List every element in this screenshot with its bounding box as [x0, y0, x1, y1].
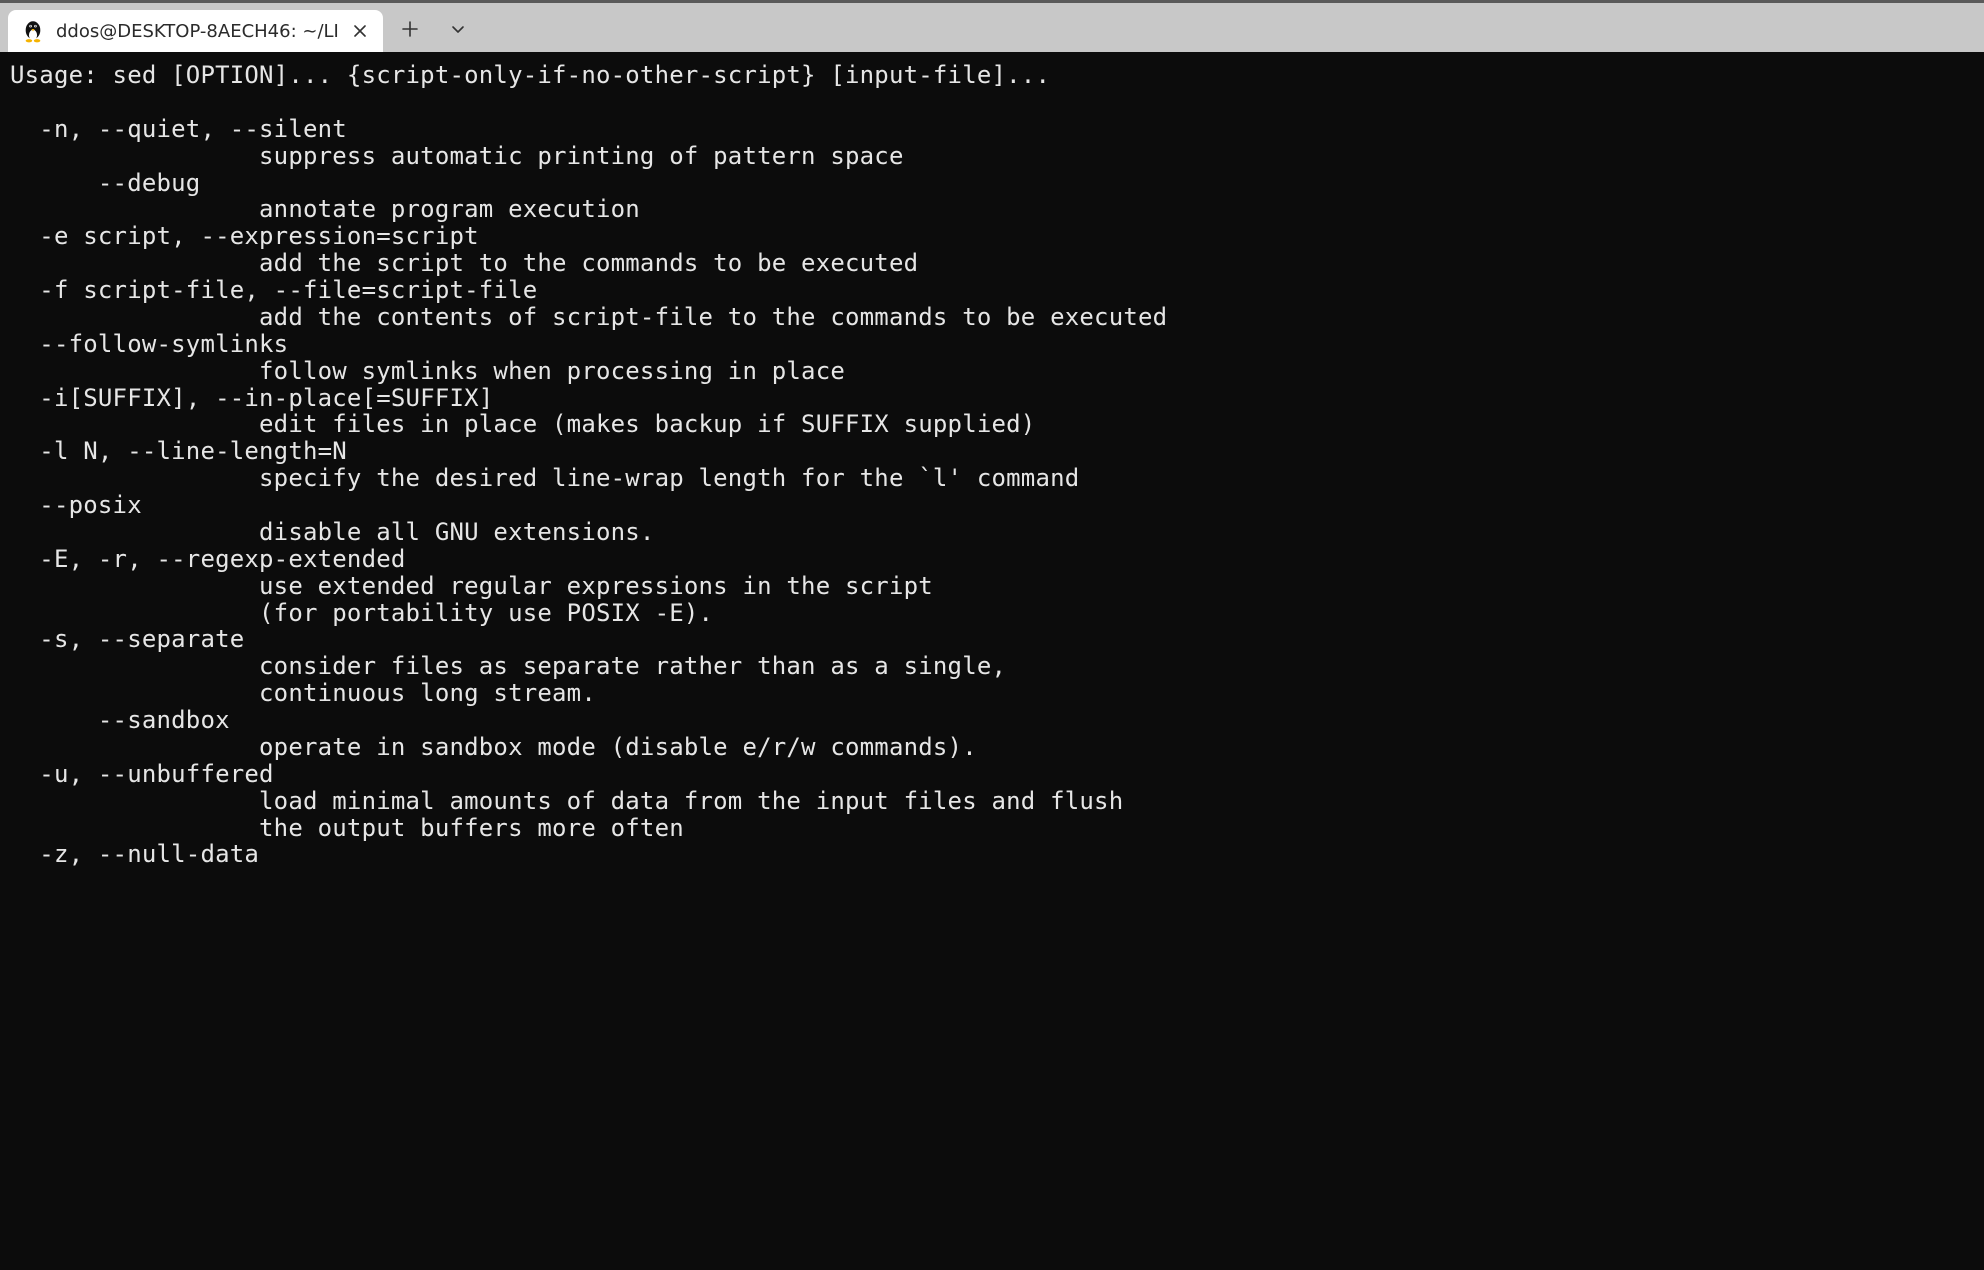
close-icon: [354, 21, 366, 42]
tab-close-button[interactable]: [349, 20, 371, 42]
plus-icon: [402, 21, 418, 41]
tab-active[interactable]: ddos@DESKTOP-8AECH46: ~/LI: [8, 10, 383, 52]
tux-icon: [20, 18, 46, 44]
tab-title: ddos@DESKTOP-8AECH46: ~/LI: [56, 21, 339, 42]
chevron-down-icon: [450, 21, 466, 41]
terminal-output[interactable]: Usage: sed [OPTION]... {script-only-if-n…: [0, 52, 1984, 1270]
tab-dropdown-button[interactable]: [437, 10, 479, 52]
new-tab-button[interactable]: [389, 10, 431, 52]
tab-bar: ddos@DESKTOP-8AECH46: ~/LI: [0, 3, 1984, 52]
